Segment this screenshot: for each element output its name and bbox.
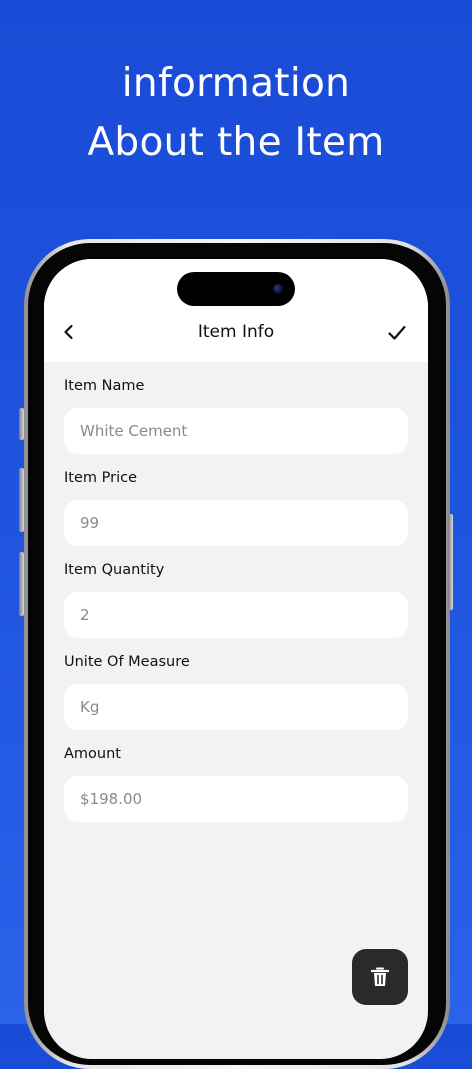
trash-icon bbox=[370, 967, 390, 986]
delete-button[interactable] bbox=[352, 949, 408, 1005]
item-quantity-input[interactable] bbox=[64, 592, 408, 638]
item-price-label: Item Price bbox=[64, 470, 137, 486]
checkmark-icon bbox=[388, 325, 406, 340]
unit-of-measure-label: Unite Of Measure bbox=[64, 654, 190, 670]
promo-line-2: About the Item bbox=[87, 120, 385, 165]
amount-input[interactable] bbox=[64, 776, 408, 822]
phone-volume-down-button bbox=[19, 552, 24, 616]
item-form: Item Name Item Price Item Quantity Unite… bbox=[64, 377, 408, 837]
amount-label: Amount bbox=[64, 746, 121, 762]
promo-line-1: information bbox=[121, 61, 351, 106]
phone-screen: Item Info Item Name Item Price Item Quan… bbox=[44, 259, 428, 1059]
item-name-label: Item Name bbox=[64, 378, 145, 394]
unit-of-measure-input[interactable] bbox=[64, 684, 408, 730]
item-price-input[interactable] bbox=[64, 500, 408, 546]
page-title: Item Info bbox=[197, 322, 275, 342]
phone-volume-up-button bbox=[19, 468, 24, 532]
item-quantity-label: Item Quantity bbox=[64, 562, 165, 578]
phone-action-button bbox=[19, 408, 24, 440]
front-camera bbox=[273, 284, 283, 294]
confirm-button[interactable] bbox=[386, 322, 408, 344]
phone-power-button bbox=[448, 514, 453, 610]
item-name-input[interactable] bbox=[64, 408, 408, 454]
promo-heading: information About the Item bbox=[0, 54, 472, 172]
dynamic-island bbox=[177, 272, 295, 306]
